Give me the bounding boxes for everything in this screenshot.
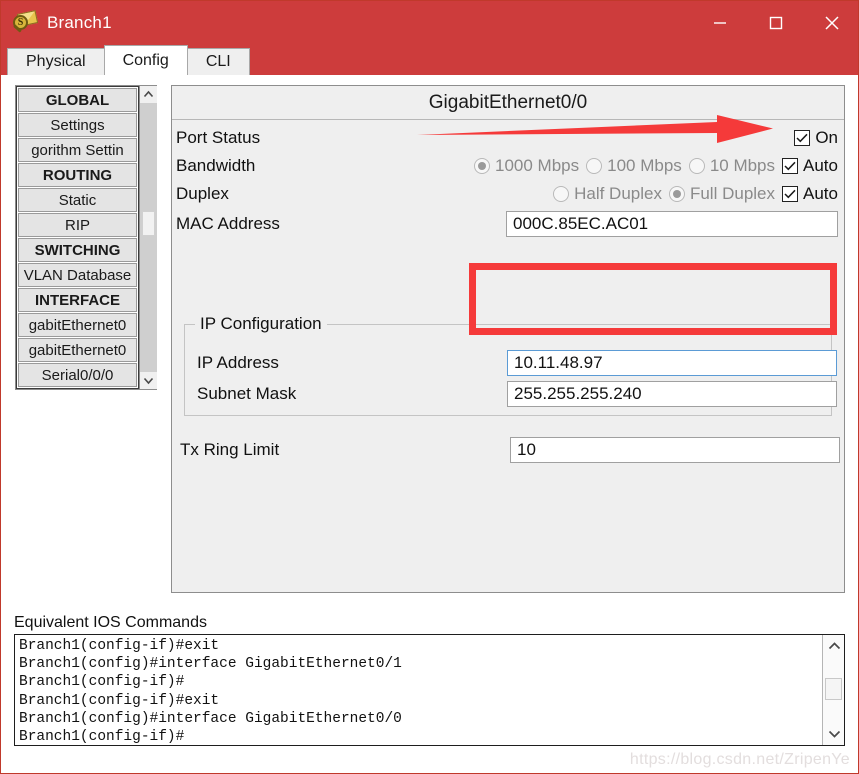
sidebar-header-routing: ROUTING	[18, 163, 137, 187]
config-sidebar: GLOBAL Settings gorithm Settin ROUTING S…	[15, 85, 157, 390]
sidebar-item-gigabitethernet0-0[interactable]: gabitEthernet0	[18, 313, 137, 337]
sidebar-item-rip[interactable]: RIP	[18, 213, 137, 237]
bandwidth-radio-10[interactable]	[688, 158, 705, 174]
sidebar-item-static[interactable]: Static	[18, 188, 137, 212]
sidebar-item-settings[interactable]: Settings	[18, 113, 137, 137]
subnet-mask-label: Subnet Mask	[197, 384, 297, 403]
port-status-row: Port Status On	[172, 124, 844, 152]
console-scroll-thumb[interactable]	[825, 678, 842, 700]
mac-address-row: MAC Address 000C.85EC.AC01	[172, 208, 844, 240]
duplex-radio-full[interactable]	[668, 186, 685, 202]
bandwidth-radio-100[interactable]	[586, 158, 603, 174]
ip-address-input[interactable]: 10.11.48.97	[507, 350, 837, 376]
duplex-label: Duplex	[176, 184, 229, 203]
ip-address-row: IP Address 10.11.48.97	[193, 347, 837, 379]
duplex-option-half-label: Half Duplex	[574, 184, 662, 203]
tx-ring-limit-row: Tx Ring Limit 10	[176, 434, 844, 466]
window-title: Branch1	[47, 13, 112, 32]
bandwidth-radio-1000[interactable]	[474, 158, 491, 174]
bandwidth-row: Bandwidth 1000 Mbps 100 Mbps 10 Mbps Aut…	[172, 152, 844, 180]
subnet-mask-row: Subnet Mask 255.255.255.240	[193, 378, 837, 410]
port-status-label: Port Status	[176, 128, 261, 147]
minimize-icon[interactable]	[692, 1, 748, 45]
sidebar-scroll-thumb[interactable]	[142, 211, 155, 236]
ip-configuration-title: IP Configuration	[195, 314, 327, 334]
sidebar-scroll-track[interactable]	[140, 103, 157, 372]
duplex-auto-label: Auto	[803, 184, 838, 203]
sidebar-item-serial0-0-0[interactable]: Serial0/0/0	[18, 363, 137, 387]
tx-ring-limit-label: Tx Ring Limit	[180, 440, 280, 459]
sidebar-item-gigabitethernet0-1[interactable]: gabitEthernet0	[18, 338, 137, 362]
bandwidth-option-100-label: 100 Mbps	[607, 156, 682, 175]
bandwidth-radio-group[interactable]: 1000 Mbps 100 Mbps 10 Mbps	[474, 156, 782, 176]
ip-configuration-group: IP Configuration IP Address 10.11.48.97 …	[184, 314, 837, 416]
maximize-icon[interactable]	[748, 1, 804, 45]
port-status-checkbox[interactable]	[794, 130, 811, 146]
duplex-radio-half[interactable]	[553, 186, 570, 202]
tab-config[interactable]: Config	[103, 45, 188, 75]
bandwidth-auto-checkbox[interactable]	[782, 158, 799, 174]
panel-title: GigabitEthernet0/0	[172, 86, 844, 120]
chevron-up-icon[interactable]	[140, 86, 157, 103]
bandwidth-auto-label: Auto	[803, 156, 838, 175]
sidebar-header-global: GLOBAL	[18, 88, 137, 112]
device-config-window: S Branch1 Physical Config CLI GLOBAL Set	[0, 0, 859, 774]
tab-cli[interactable]: CLI	[186, 48, 250, 75]
sidebar-header-interface: INTERFACE	[18, 288, 137, 312]
equivalent-ios-commands-label: Equivalent IOS Commands	[14, 614, 207, 631]
bandwidth-option-1000-label: 1000 Mbps	[495, 156, 580, 175]
duplex-option-full-label: Full Duplex	[689, 184, 776, 203]
bandwidth-label: Bandwidth	[176, 156, 256, 175]
window-controls	[692, 1, 858, 45]
close-icon[interactable]	[804, 1, 858, 45]
sidebar-list: GLOBAL Settings gorithm Settin ROUTING S…	[16, 86, 139, 389]
sidebar-item-vlan-database[interactable]: VLAN Database	[18, 263, 137, 287]
ip-address-label: IP Address	[197, 353, 279, 372]
ios-commands-console: Branch1(config-if)#exit Branch1(config)#…	[14, 634, 845, 746]
chevron-down-icon[interactable]	[823, 723, 845, 745]
chevron-up-icon[interactable]	[823, 635, 845, 657]
tab-bar: Physical Config CLI	[1, 45, 858, 75]
bandwidth-option-10-label: 10 Mbps	[709, 156, 776, 175]
tab-physical[interactable]: Physical	[7, 48, 105, 75]
port-status-checkbox-label: On	[815, 128, 838, 147]
sidebar-item-serial0-0-1[interactable]: Serial0/0/1	[18, 388, 137, 389]
ios-commands-text[interactable]: Branch1(config-if)#exit Branch1(config)#…	[15, 635, 822, 745]
sidebar-header-switching: SWITCHING	[18, 238, 137, 262]
console-scrollbar[interactable]	[822, 635, 844, 745]
watermark: https://blog.csdn.net/ZripenYe	[629, 751, 850, 768]
title-bar: S Branch1	[1, 1, 858, 45]
sidebar-item-algorithm-settings[interactable]: gorithm Settin	[18, 138, 137, 162]
duplex-auto-checkbox[interactable]	[782, 186, 799, 202]
chevron-down-icon[interactable]	[140, 372, 157, 389]
duplex-row: Duplex Half Duplex Full Duplex Auto	[172, 180, 844, 208]
duplex-radio-group[interactable]: Half Duplex Full Duplex	[553, 184, 782, 204]
subnet-mask-input[interactable]: 255.255.255.240	[507, 381, 837, 407]
packet-tracer-icon: S	[12, 10, 39, 36]
interface-config-panel: GigabitEthernet0/0 Port Status On Bandwi…	[171, 85, 845, 593]
tx-ring-limit-input[interactable]: 10	[510, 437, 840, 463]
mac-address-label: MAC Address	[176, 214, 280, 233]
mac-address-input[interactable]: 000C.85EC.AC01	[506, 211, 838, 237]
sidebar-scrollbar[interactable]	[139, 86, 157, 389]
